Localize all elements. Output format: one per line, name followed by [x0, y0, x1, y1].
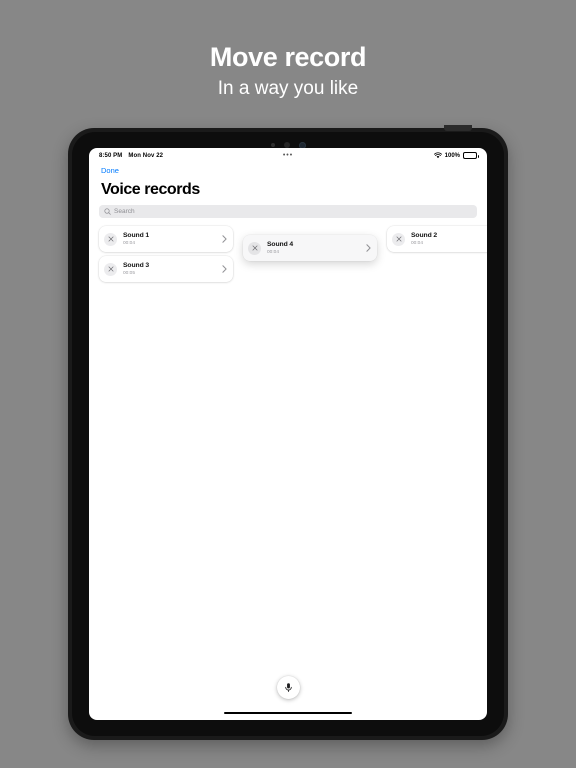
promo-title: Move record: [209, 42, 367, 72]
microphone-icon: [284, 682, 292, 692]
status-bar: 8:50 PM Mon Nov 22 ••• 100%: [89, 148, 487, 163]
close-icon: [108, 266, 113, 272]
record-duration: 00:05: [123, 271, 136, 277]
record-info: Sound 2 00:04: [411, 231, 487, 248]
done-button[interactable]: Done: [99, 163, 119, 176]
home-indicator[interactable]: [224, 711, 352, 714]
record-duration: 00:04: [123, 241, 136, 247]
search-placeholder: Search: [114, 208, 135, 215]
battery-full-icon: [463, 152, 479, 159]
record-info: Sound 3 00:05: [123, 261, 222, 278]
record-card-sound-3[interactable]: Sound 3 00:05: [99, 256, 233, 282]
delete-record-button[interactable]: [104, 262, 117, 276]
chevron-right-icon[interactable]: [222, 235, 227, 243]
search-icon: [104, 208, 111, 215]
wifi-icon: [433, 152, 442, 159]
tablet-device-frame: 8:50 PM Mon Nov 22 ••• 100% Done Voice r…: [68, 125, 508, 740]
record-card-sound-2[interactable]: Sound 2 00:04: [387, 226, 487, 252]
chevron-right-icon[interactable]: [366, 244, 371, 252]
promo-subtitle: In a way you like: [217, 78, 359, 99]
record-button[interactable]: [276, 675, 300, 699]
close-icon: [252, 245, 257, 251]
record-info: Sound 1 00:04: [123, 231, 222, 248]
sensor-dot-icon: [270, 143, 275, 147]
record-duration: 00:04: [267, 250, 280, 256]
record-duration: 00:04: [411, 241, 424, 247]
page-title: Voice records: [101, 181, 200, 198]
close-icon: [108, 236, 113, 242]
battery-percent-label: 100%: [444, 152, 460, 159]
device-screen: 8:50 PM Mon Nov 22 ••• 100% Done Voice r…: [89, 148, 487, 720]
chevron-right-icon[interactable]: [222, 265, 227, 273]
status-bar-right: 100%: [433, 152, 479, 159]
delete-record-button[interactable]: [248, 241, 261, 255]
promo-header: Move record In a way you like: [0, 40, 576, 102]
search-input[interactable]: Search: [99, 205, 477, 218]
record-card-sound-1[interactable]: Sound 1 00:04: [99, 226, 233, 252]
record-title: Sound 2: [411, 231, 438, 239]
records-grid: Sound 1 00:04 Sound 3 00:05 Sound 2 00:0…: [99, 226, 487, 286]
close-icon: [396, 236, 401, 242]
app-content: Done Voice records Search Sound 1 00:04 …: [89, 163, 487, 720]
record-title: Sound 4: [267, 240, 294, 248]
record-info: Sound 4 00:04: [267, 240, 366, 257]
record-title: Sound 3: [123, 261, 150, 269]
record-title: Sound 1: [123, 231, 150, 239]
bottom-controls: [99, 675, 477, 721]
record-card-sound-4-dragging[interactable]: Sound 4 00:04: [243, 235, 377, 261]
delete-record-button[interactable]: [392, 232, 405, 246]
status-center-indicator: •••: [282, 152, 294, 159]
rear-camera-bump-icon: [444, 125, 472, 131]
delete-record-button[interactable]: [104, 232, 117, 246]
